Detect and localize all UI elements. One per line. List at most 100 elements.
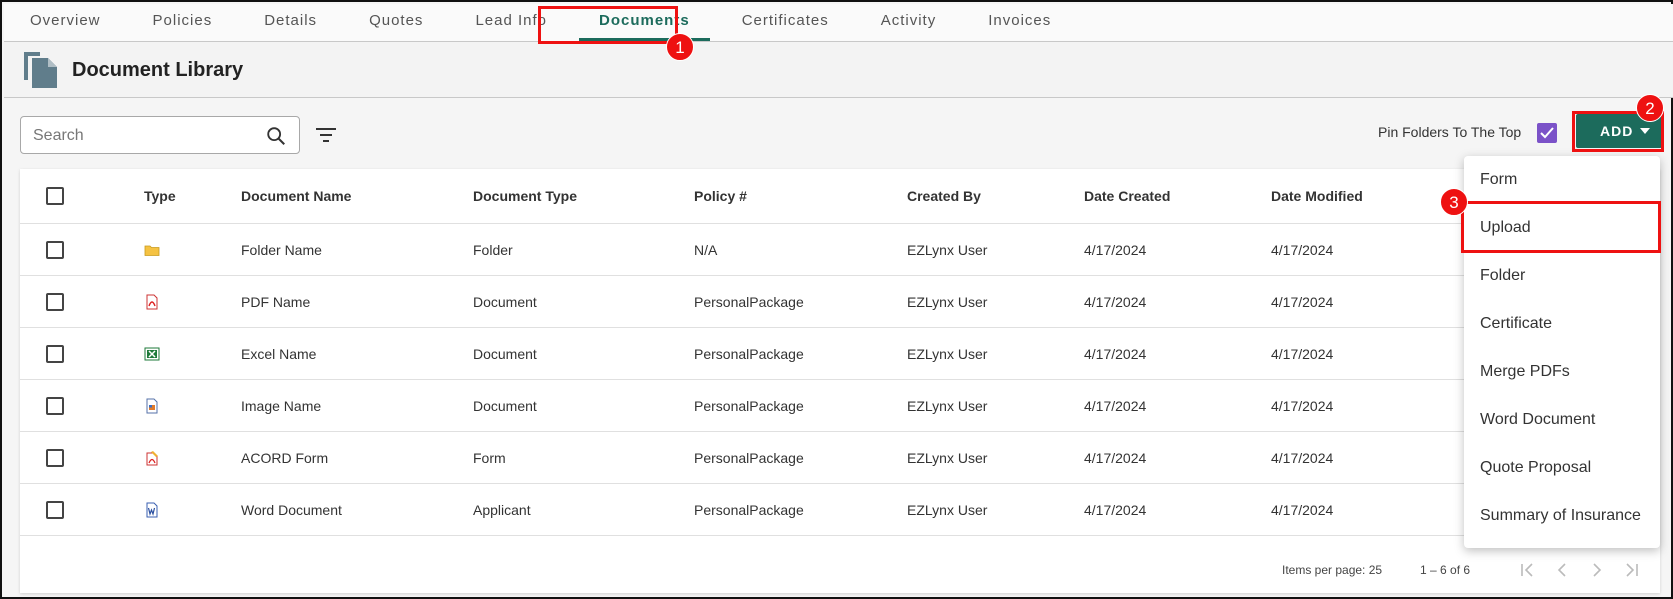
column-header-date-created[interactable]: Date Created: [1084, 188, 1170, 204]
search-icon[interactable]: [265, 125, 287, 147]
date-created: 4/17/2024: [1084, 345, 1147, 362]
policy-number: PersonalPackage: [694, 397, 804, 414]
items-per-page[interactable]: Items per page: 25: [1282, 563, 1382, 577]
date-modified: 4/17/2024: [1271, 501, 1334, 518]
filter-icon[interactable]: [314, 124, 338, 146]
document-library-icon: [24, 52, 57, 88]
document-name: Image Name: [241, 397, 322, 414]
pdf-icon: [146, 294, 158, 309]
row-checkbox[interactable]: [46, 344, 64, 363]
created-by: EZLynx User: [907, 293, 988, 310]
step-badge-3: 3: [1440, 188, 1468, 216]
created-by: EZLynx User: [907, 241, 988, 258]
acord-form-icon: [146, 450, 158, 465]
created-by: EZLynx User: [907, 449, 988, 466]
column-header-document-type[interactable]: Document Type: [473, 188, 577, 204]
select-all-checkbox[interactable]: [46, 187, 64, 205]
document-type: Document: [473, 345, 537, 362]
table-row[interactable]: Folder Name Folder N/A EZLynx User 4/17/…: [20, 224, 1660, 276]
document-type: Form: [473, 449, 506, 466]
date-modified: 4/17/2024: [1271, 345, 1334, 362]
search-box: [20, 116, 300, 154]
paginator: Items per page: 25 1 – 6 of 6: [20, 553, 1660, 589]
menu-item-quote-proposal[interactable]: Quote Proposal: [1464, 444, 1660, 492]
document-name: ACORD Form: [241, 449, 329, 466]
menu-item-summary-of-insurance[interactable]: Summary of Insurance: [1464, 492, 1660, 540]
document-name: PDF Name: [241, 293, 311, 310]
step-badge-1: 1: [666, 33, 694, 61]
tab-quotes[interactable]: Quotes: [343, 4, 449, 40]
date-created: 4/17/2024: [1084, 501, 1147, 518]
document-name: Excel Name: [241, 345, 317, 362]
tab-bar: Overview Policies Details Quotes Lead In…: [4, 4, 1673, 42]
created-by: EZLynx User: [907, 397, 988, 414]
documents-table: Type Document Name Document Type Policy …: [20, 169, 1660, 593]
pin-folders-label: Pin Folders To The Top: [1378, 124, 1522, 140]
menu-item-certificate[interactable]: Certificate: [1464, 300, 1660, 348]
tab-policies[interactable]: Policies: [127, 4, 239, 40]
column-header-type[interactable]: Type: [144, 188, 176, 204]
first-page-icon[interactable]: [1518, 561, 1536, 579]
column-header-policy[interactable]: Policy #: [694, 188, 747, 204]
date-modified: 4/17/2024: [1271, 449, 1334, 466]
page-range-label: 1 – 6 of 6: [1420, 563, 1471, 577]
previous-page-icon[interactable]: [1553, 561, 1571, 579]
tab-details[interactable]: Details: [238, 4, 343, 40]
date-created: 4/17/2024: [1084, 293, 1147, 310]
step-badge-2: 2: [1636, 94, 1664, 122]
created-by: EZLynx User: [907, 501, 988, 518]
search-input[interactable]: [33, 125, 253, 147]
document-type: Applicant: [473, 501, 531, 518]
document-name: Folder Name: [241, 241, 322, 258]
date-created: 4/17/2024: [1084, 449, 1147, 466]
row-checkbox[interactable]: [46, 292, 64, 311]
menu-item-merge-pdfs[interactable]: Merge PDFs: [1464, 348, 1660, 396]
date-modified: 4/17/2024: [1271, 241, 1334, 258]
document-name: Word Document: [241, 501, 342, 518]
last-page-icon[interactable]: [1623, 561, 1641, 579]
policy-number: PersonalPackage: [694, 449, 804, 466]
tab-certificates[interactable]: Certificates: [716, 4, 855, 40]
table-row[interactable]: ACORD Form Form PersonalPackage EZLynx U…: [20, 432, 1660, 484]
date-created: 4/17/2024: [1084, 397, 1147, 414]
checkmark-icon: [1540, 127, 1554, 139]
policy-number: N/A: [694, 241, 718, 258]
next-page-icon[interactable]: [1588, 561, 1606, 579]
highlight-upload-item: [1461, 201, 1661, 253]
column-header-date-modified[interactable]: Date Modified: [1271, 188, 1363, 204]
row-checkbox[interactable]: [46, 240, 64, 259]
image-icon: [146, 398, 158, 413]
row-checkbox[interactable]: [46, 500, 64, 519]
table-row[interactable]: PDF Name Document PersonalPackage EZLynx…: [20, 276, 1660, 328]
tab-invoices[interactable]: Invoices: [962, 4, 1077, 40]
table-header-row: Type Document Name Document Type Policy …: [20, 169, 1660, 224]
app-window: Overview Policies Details Quotes Lead In…: [0, 0, 1673, 599]
date-modified: 4/17/2024: [1271, 397, 1334, 414]
column-header-created-by[interactable]: Created By: [907, 188, 981, 204]
date-created: 4/17/2024: [1084, 241, 1147, 258]
menu-item-word-document[interactable]: Word Document: [1464, 396, 1660, 444]
tab-activity[interactable]: Activity: [855, 4, 963, 40]
document-type: Document: [473, 397, 537, 414]
column-header-document-name[interactable]: Document Name: [241, 188, 351, 204]
page-title: Document Library: [72, 59, 244, 81]
highlight-documents-tab: [538, 6, 678, 44]
folder-icon: [144, 245, 160, 256]
created-by: EZLynx User: [907, 345, 988, 362]
table-row[interactable]: Excel Name Document PersonalPackage EZLy…: [20, 328, 1660, 380]
tab-overview[interactable]: Overview: [4, 4, 127, 40]
page-header: Document Library: [4, 42, 1673, 98]
date-modified: 4/17/2024: [1271, 293, 1334, 310]
document-type: Folder: [473, 241, 513, 258]
row-checkbox[interactable]: [46, 396, 64, 415]
pin-folders-checkbox[interactable]: [1537, 123, 1557, 143]
menu-item-folder[interactable]: Folder: [1464, 252, 1660, 300]
table-row[interactable]: Word Document Applicant PersonalPackage …: [20, 484, 1660, 536]
menu-item-form[interactable]: Form: [1464, 156, 1660, 204]
row-checkbox[interactable]: [46, 448, 64, 467]
policy-number: PersonalPackage: [694, 293, 804, 310]
excel-icon: [144, 347, 160, 360]
document-type: Document: [473, 293, 537, 310]
table-row[interactable]: Image Name Document PersonalPackage EZLy…: [20, 380, 1660, 432]
word-icon: [146, 502, 158, 517]
